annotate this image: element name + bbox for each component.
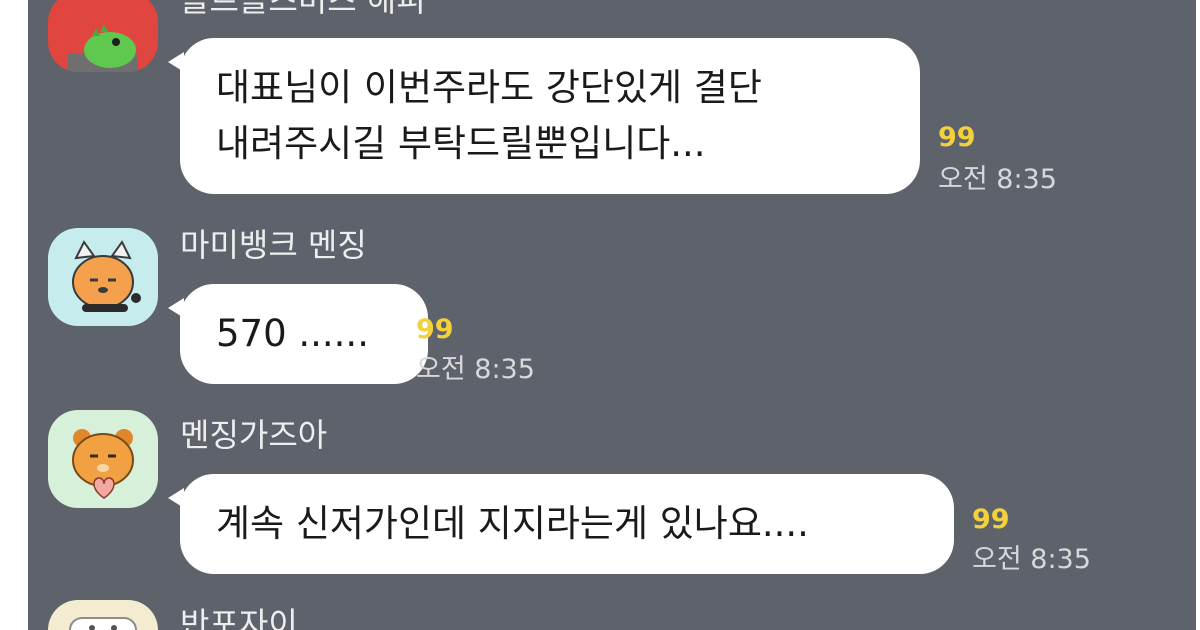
sender-name: 플르플즈미즈 해피 — [180, 0, 426, 19]
message-bubble[interactable]: 계속 신저가인데 지지라는게 있나요.... — [168, 474, 954, 574]
sender-name: 반포자이 — [180, 605, 298, 630]
message-bubble[interactable]: 대표님이 이번주라도 강단있게 결단 내려주시길 부탁드릴뿐입니다... — [168, 38, 920, 194]
unread-count: 99 — [972, 504, 1010, 535]
profile-avatar-2[interactable] — [48, 228, 158, 326]
chat-room[interactable]: 플르플즈미즈 해피 대표님이 이번주라도 강단있게 결단 내려주시길 부탁드릴뿐… — [28, 0, 1196, 630]
bubble-tail — [168, 52, 184, 72]
message-text: 내려주시길 부탁드릴뿐입니다... — [216, 122, 706, 165]
character-icon — [48, 600, 158, 630]
message-time: 오전 8:35 — [938, 164, 1057, 195]
message-time: 오전 8:35 — [972, 544, 1091, 575]
lion-character-icon — [48, 410, 158, 508]
green-dinosaur-icon — [48, 0, 158, 72]
message-time: 오전 8:35 — [416, 354, 535, 385]
profile-avatar-1[interactable] — [48, 0, 158, 72]
message-text: 570 ...... — [216, 312, 369, 355]
unread-count: 99 — [416, 314, 454, 345]
sender-name: 멘징가즈아 — [180, 416, 328, 454]
profile-avatar-4[interactable] — [48, 600, 158, 630]
bubble-tail — [168, 298, 184, 318]
cat-character-icon — [48, 228, 158, 326]
message-bubble[interactable]: 570 ...... — [168, 284, 428, 384]
bubble-tail — [168, 488, 184, 508]
sender-name: 마미뱅크 멘징 — [180, 226, 367, 264]
profile-avatar-3[interactable] — [48, 410, 158, 508]
unread-count: 99 — [938, 122, 976, 153]
message-text: 대표님이 이번주라도 강단있게 결단 — [216, 66, 762, 109]
message-text: 계속 신저가인데 지지라는게 있나요.... — [216, 502, 809, 545]
